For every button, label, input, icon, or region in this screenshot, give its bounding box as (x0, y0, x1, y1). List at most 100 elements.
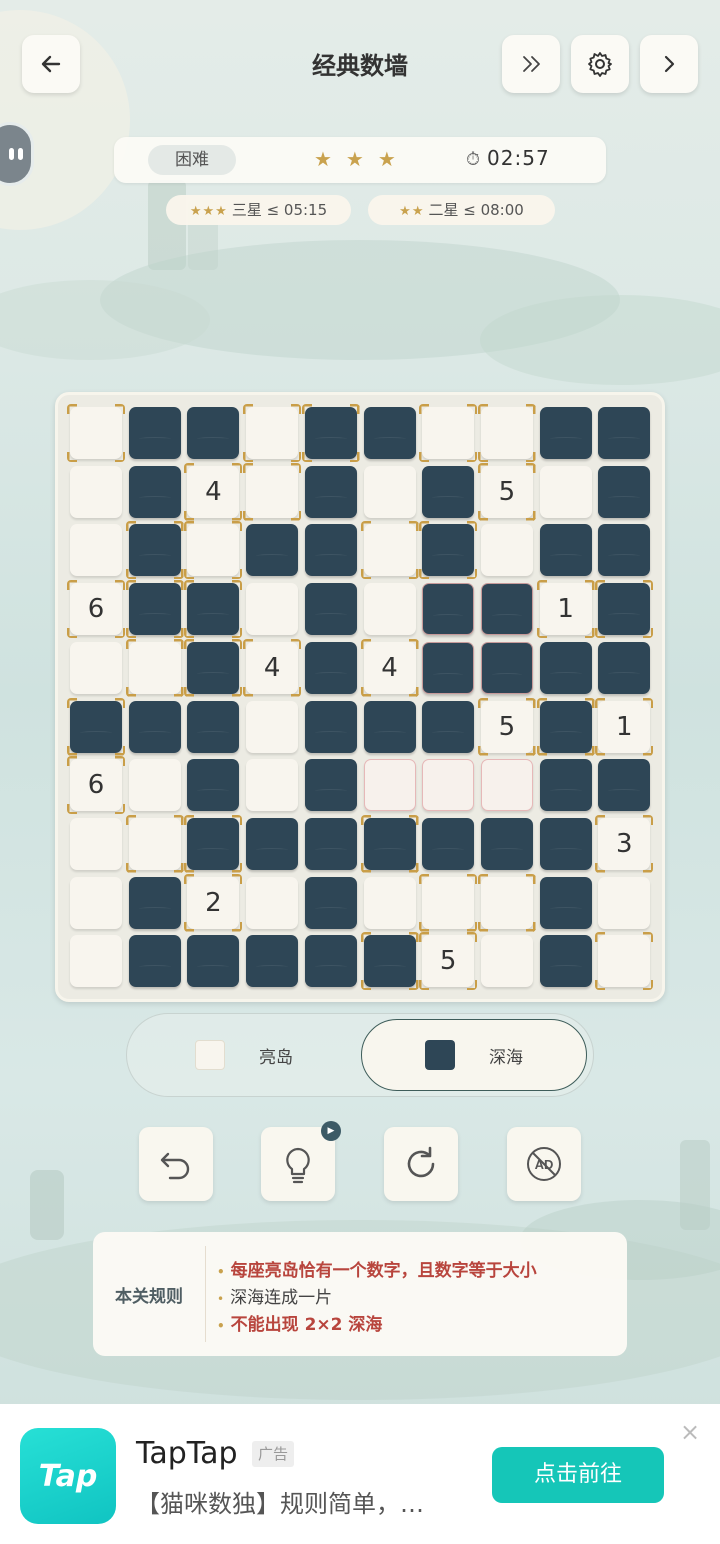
sea-cell[interactable] (598, 465, 651, 518)
sea-cell[interactable] (598, 759, 651, 812)
island-cell[interactable] (422, 759, 475, 812)
sea-cell[interactable] (363, 700, 416, 753)
sea-cell[interactable] (67, 697, 125, 756)
sea-cell[interactable] (184, 814, 243, 873)
island-cell[interactable] (128, 759, 181, 812)
island-cell[interactable]: 6 (67, 756, 125, 815)
sea-cell[interactable] (422, 465, 475, 518)
sea-cell[interactable] (246, 817, 299, 870)
island-cell[interactable]: 4 (243, 638, 302, 697)
island-cell[interactable]: 2 (184, 873, 243, 932)
island-cell[interactable] (480, 935, 533, 988)
ad-cta-button[interactable]: 点击前往 (492, 1447, 664, 1503)
sea-cell[interactable] (304, 759, 357, 812)
remove-ads-button[interactable]: AD (507, 1127, 581, 1201)
mode-island-button[interactable]: 亮岛 (131, 1019, 357, 1091)
sea-cell[interactable] (480, 641, 533, 694)
sea-cell[interactable] (595, 580, 654, 639)
sea-cell[interactable] (128, 700, 181, 753)
sea-cell[interactable] (128, 407, 181, 459)
sea-cell[interactable] (187, 759, 240, 812)
island-cell[interactable] (539, 465, 592, 518)
island-cell[interactable] (246, 876, 299, 929)
sea-cell[interactable] (304, 935, 357, 988)
restart-button[interactable] (384, 1127, 458, 1201)
sea-cell[interactable] (304, 524, 357, 577)
island-cell[interactable] (243, 404, 302, 462)
island-cell[interactable] (360, 521, 419, 580)
island-cell[interactable] (363, 465, 416, 518)
sea-cell[interactable] (187, 935, 240, 988)
sea-cell[interactable] (125, 580, 184, 639)
sea-cell[interactable] (187, 700, 240, 753)
sea-cell[interactable] (598, 407, 651, 459)
island-cell[interactable] (480, 759, 533, 812)
sea-cell[interactable] (301, 404, 360, 462)
island-cell[interactable] (595, 932, 654, 991)
sea-cell[interactable] (360, 814, 419, 873)
island-cell[interactable] (363, 759, 416, 812)
island-cell[interactable] (480, 524, 533, 577)
sea-cell[interactable] (304, 465, 357, 518)
sea-cell[interactable] (128, 465, 181, 518)
island-cell[interactable] (477, 873, 536, 932)
island-cell[interactable]: 5 (419, 932, 478, 991)
island-cell[interactable] (598, 876, 651, 929)
island-cell[interactable] (70, 935, 122, 988)
sea-cell[interactable] (304, 876, 357, 929)
skip-button[interactable] (502, 35, 560, 93)
island-cell[interactable] (363, 583, 416, 636)
sea-cell[interactable] (360, 932, 419, 991)
island-cell[interactable]: 5 (477, 697, 536, 756)
island-cell[interactable] (419, 404, 478, 462)
sea-cell[interactable] (422, 700, 475, 753)
island-cell[interactable] (70, 641, 122, 694)
sea-cell[interactable] (187, 407, 240, 459)
island-cell[interactable] (246, 700, 299, 753)
sea-cell[interactable] (598, 524, 651, 577)
sea-cell[interactable] (304, 641, 357, 694)
sea-cell[interactable] (422, 583, 475, 636)
sea-cell[interactable] (419, 521, 478, 580)
settings-button[interactable] (571, 35, 629, 93)
sea-cell[interactable] (304, 700, 357, 753)
island-cell[interactable]: 5 (477, 462, 536, 521)
island-cell[interactable] (125, 638, 184, 697)
ad-banner[interactable]: Tap TapTap 广告 【猫咪数独】规则简单，… 点击前往 × (0, 1404, 720, 1544)
sea-cell[interactable] (125, 521, 184, 580)
island-cell[interactable] (70, 465, 122, 518)
island-cell[interactable]: 4 (360, 638, 419, 697)
island-cell[interactable] (363, 876, 416, 929)
sea-cell[interactable] (422, 817, 475, 870)
sea-cell[interactable] (246, 524, 299, 577)
island-cell[interactable] (419, 873, 478, 932)
sea-cell[interactable] (363, 407, 416, 459)
island-cell[interactable] (70, 524, 122, 577)
sea-cell[interactable] (539, 876, 592, 929)
sea-cell[interactable] (480, 817, 533, 870)
sea-cell[interactable] (539, 817, 592, 870)
sea-cell[interactable] (128, 876, 181, 929)
sea-cell[interactable] (539, 524, 592, 577)
island-cell[interactable] (125, 814, 184, 873)
sea-cell[interactable] (539, 407, 592, 459)
sea-cell[interactable] (539, 641, 592, 694)
island-cell[interactable] (67, 404, 125, 462)
island-cell[interactable] (70, 817, 122, 870)
sea-cell[interactable] (184, 580, 243, 639)
island-cell[interactable] (246, 583, 299, 636)
island-cell[interactable]: 6 (67, 580, 125, 639)
island-cell[interactable]: 3 (595, 814, 654, 873)
island-cell[interactable]: 1 (536, 580, 595, 639)
sea-cell[interactable] (539, 935, 592, 988)
island-cell[interactable]: 1 (595, 697, 654, 756)
mode-sea-button[interactable]: 深海 (361, 1019, 587, 1091)
sea-cell[interactable] (598, 641, 651, 694)
sea-cell[interactable] (184, 638, 243, 697)
close-icon[interactable]: × (680, 1418, 700, 1446)
undo-button[interactable] (139, 1127, 213, 1201)
sea-cell[interactable] (304, 817, 357, 870)
hint-button[interactable]: ▶ (261, 1121, 341, 1201)
sea-cell[interactable] (422, 641, 475, 694)
island-cell[interactable] (477, 404, 536, 462)
